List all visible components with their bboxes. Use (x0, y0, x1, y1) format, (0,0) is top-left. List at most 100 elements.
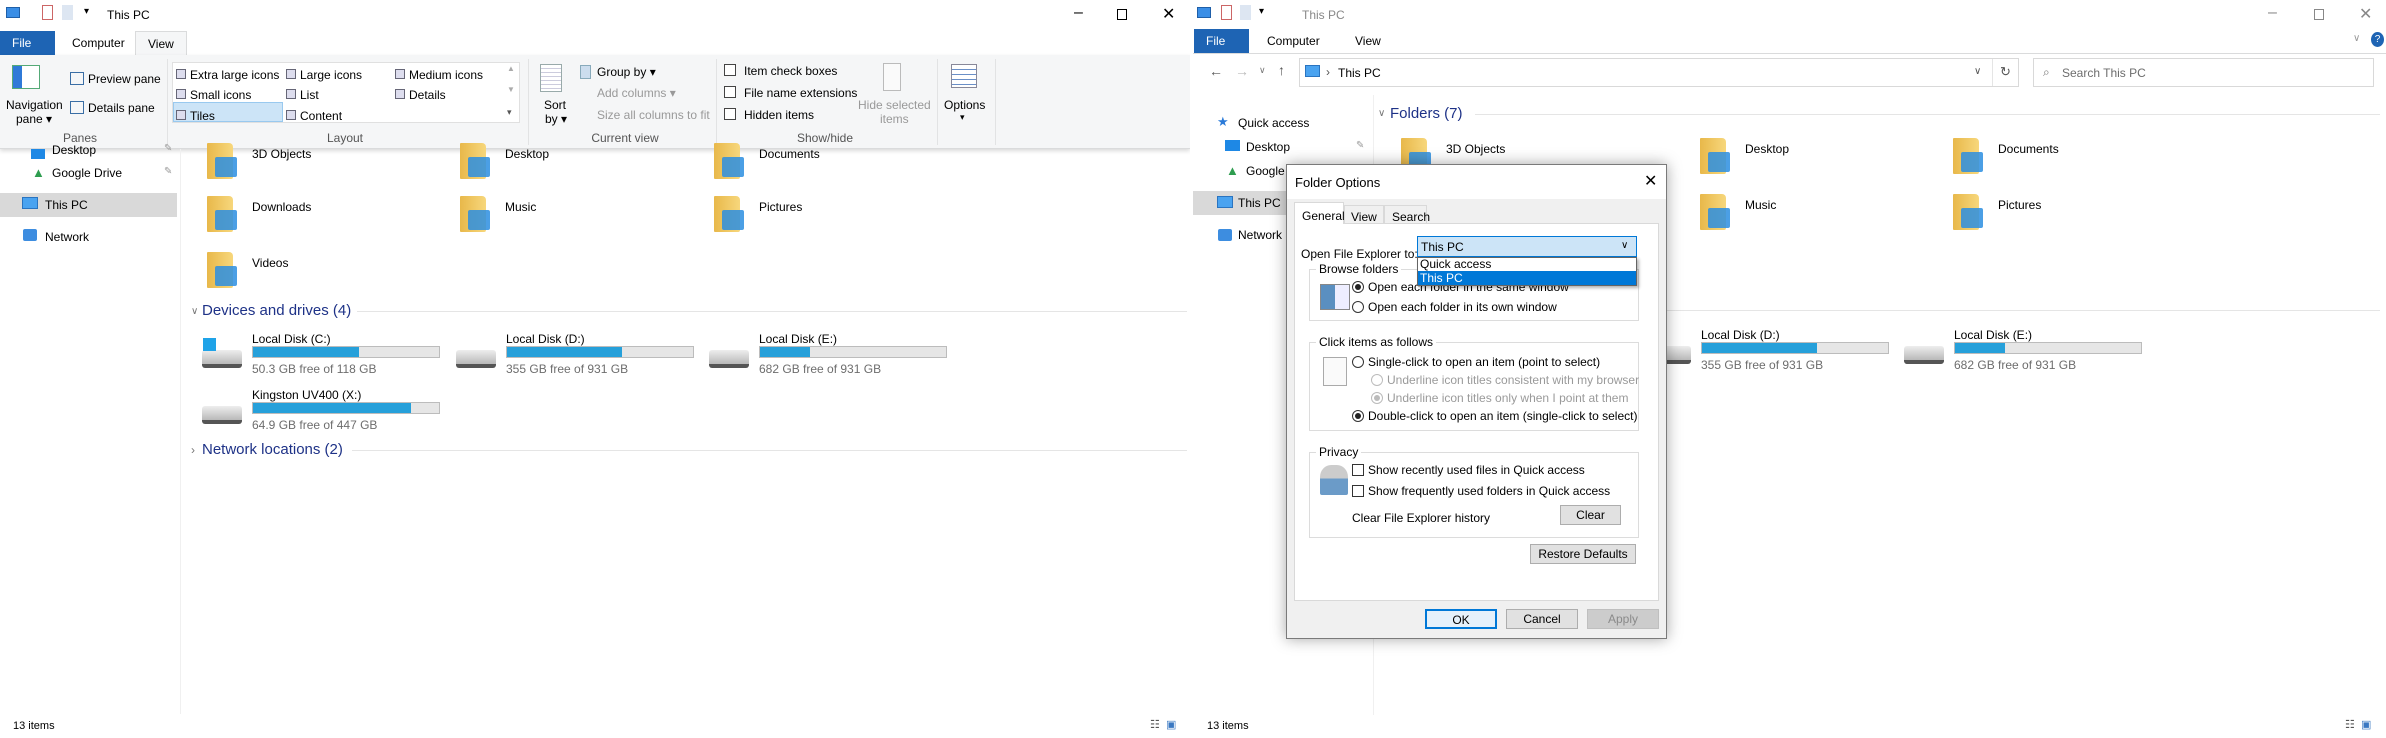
layout-list[interactable]: List (300, 88, 319, 102)
address-history-dropdown[interactable]: ∨ (1974, 66, 1981, 77)
gallery-scroll-down[interactable]: ▼ (507, 85, 515, 94)
radio-underline-point[interactable] (1371, 392, 1383, 404)
network-locations-expand-chevron[interactable]: › (191, 443, 195, 457)
folder-desktop[interactable]: Desktop (1745, 142, 1789, 156)
layout-small-icons[interactable]: Small icons (190, 88, 251, 102)
gallery-scroll-up[interactable]: ▲ (507, 64, 515, 73)
large-icons-view-button[interactable]: ▣ (1166, 718, 1176, 731)
underline-point-label[interactable]: Underline icon titles only when I point … (1387, 391, 1628, 405)
item-check-boxes-checkbox[interactable] (724, 64, 736, 76)
add-columns-button[interactable]: Add columns ▾ (597, 86, 676, 100)
close-button[interactable]: ✕ (2359, 4, 2372, 24)
tab-file[interactable]: File (0, 31, 55, 55)
navigation-pane-dropdown[interactable]: pane ▾ (16, 112, 52, 126)
layout-large-icons[interactable]: Large icons (300, 68, 362, 82)
details-pane-button[interactable]: Details pane (88, 101, 155, 115)
radio-own-window[interactable] (1352, 301, 1364, 313)
drive-local-disk-c[interactable]: Local Disk (C:) (252, 332, 331, 346)
options-dropdown[interactable]: ▾ (960, 112, 965, 123)
folder-music[interactable]: Music (505, 200, 536, 214)
navigation-pane-icon[interactable] (12, 65, 40, 89)
nav-item-google-drive[interactable]: Google (1246, 164, 1285, 178)
hidden-items-checkbox[interactable] (724, 108, 736, 120)
frequent-folders-checkbox[interactable] (1352, 485, 1364, 497)
minimize-button[interactable]: – (2268, 4, 2277, 22)
folder-downloads[interactable]: Downloads (252, 200, 311, 214)
hidden-items-label[interactable]: Hidden items (744, 108, 814, 122)
devices-collapse-chevron[interactable]: ∨ (191, 306, 198, 317)
radio-same-window[interactable] (1352, 281, 1364, 293)
recent-locations-button[interactable]: ∨ (1259, 65, 1266, 76)
clear-history-button[interactable]: Clear (1560, 505, 1621, 525)
underline-browser-label[interactable]: Underline icon titles consistent with my… (1387, 373, 1639, 387)
drive-local-disk-e[interactable]: Local Disk (E:) (1954, 328, 2032, 342)
tab-file[interactable]: File (1194, 29, 1249, 53)
option-this-pc[interactable]: This PC (1418, 271, 1636, 285)
maximize-button[interactable] (1117, 9, 1127, 20)
network-locations-group-header[interactable]: Network locations (2) (202, 441, 343, 458)
open-to-combobox[interactable]: This PC ∨ (1417, 236, 1637, 257)
gallery-more[interactable]: ▾ (507, 107, 512, 118)
maximize-button[interactable] (2314, 9, 2324, 20)
navigation-pane-button[interactable]: Navigation (6, 98, 63, 112)
address-bar[interactable]: › This PC ∨ ↻ (1299, 58, 2019, 87)
nav-item-network[interactable]: Network (45, 230, 89, 244)
cancel-button[interactable]: Cancel (1506, 609, 1578, 629)
help-icon[interactable]: ? (2371, 32, 2384, 47)
option-quick-access[interactable]: Quick access (1418, 258, 1636, 271)
group-by-button[interactable]: Group by ▾ (597, 65, 656, 79)
radio-underline-browser[interactable] (1371, 374, 1383, 386)
frequent-folders-label[interactable]: Show frequently used folders in Quick ac… (1368, 484, 1610, 498)
tab-view[interactable]: View (1343, 29, 1393, 53)
tab-search[interactable]: Search (1384, 205, 1430, 224)
sort-by-dropdown[interactable]: by ▾ (545, 112, 567, 126)
apply-button[interactable]: Apply (1587, 609, 1659, 629)
nav-item-quick-access[interactable]: Quick access (1238, 116, 1309, 130)
properties-icon[interactable] (42, 5, 53, 20)
drive-kingston-uv400-x[interactable]: Kingston UV400 (X:) (252, 388, 361, 402)
folder-documents[interactable]: Documents (1998, 142, 2059, 156)
search-box[interactable]: ⌕ Search This PC (2033, 58, 2374, 87)
customize-quick-access-icon[interactable]: ▾ (1259, 6, 1264, 17)
folders-collapse-chevron[interactable]: ∨ (1378, 108, 1385, 119)
refresh-button[interactable]: ↻ (2000, 64, 2011, 80)
details-view-button[interactable]: ☷ (2345, 718, 2355, 731)
single-click-label[interactable]: Single-click to open an item (point to s… (1368, 355, 1600, 369)
drive-local-disk-d[interactable]: Local Disk (D:) (506, 332, 585, 346)
radio-double-click[interactable] (1352, 410, 1364, 422)
large-icons-view-button[interactable]: ▣ (2361, 718, 2371, 731)
devices-group-header[interactable]: Devices and drives (4) (202, 302, 351, 319)
nav-item-this-pc[interactable]: This PC (45, 198, 88, 212)
nav-item-network[interactable]: Network (1238, 228, 1282, 242)
expand-ribbon-icon[interactable]: ∨ (2353, 33, 2360, 44)
tab-view[interactable]: View (1344, 205, 1384, 224)
layout-content[interactable]: Content (300, 109, 342, 123)
folder-desktop[interactable]: Desktop (505, 147, 549, 161)
properties-icon[interactable] (1221, 5, 1232, 20)
new-folder-icon[interactable] (1240, 5, 1251, 20)
drive-local-disk-e[interactable]: Local Disk (E:) (759, 332, 837, 346)
minimize-button[interactable]: – (1074, 4, 1083, 22)
folder-pictures[interactable]: Pictures (759, 200, 802, 214)
folder-music[interactable]: Music (1745, 198, 1776, 212)
preview-pane-button[interactable]: Preview pane (88, 72, 161, 86)
layout-extra-large-icons[interactable]: Extra large icons (190, 68, 279, 82)
file-name-extensions-checkbox[interactable] (724, 86, 736, 98)
details-view-button[interactable]: ☷ (1150, 718, 1160, 731)
own-window-label[interactable]: Open each folder in its own window (1368, 300, 1557, 314)
layout-tiles[interactable]: Tiles (190, 109, 215, 123)
nav-item-google-drive[interactable]: Google Drive (52, 166, 122, 180)
tab-general[interactable]: General (1294, 202, 1345, 224)
up-button[interactable]: ↑ (1278, 62, 1285, 78)
layout-details[interactable]: Details (409, 88, 446, 102)
folder-3d-objects[interactable]: 3D Objects (252, 147, 311, 161)
new-folder-icon[interactable] (62, 5, 73, 20)
drive-local-disk-d[interactable]: Local Disk (D:) (1701, 328, 1780, 342)
tab-view[interactable]: View (135, 31, 187, 55)
size-all-columns-button[interactable]: Size all columns to fit (597, 108, 710, 122)
folder-documents[interactable]: Documents (759, 147, 820, 161)
recent-files-checkbox[interactable] (1352, 464, 1364, 476)
forward-button[interactable]: → (1235, 63, 1249, 79)
dialog-close-button[interactable]: ✕ (1644, 171, 1657, 191)
folder-videos[interactable]: Videos (252, 256, 288, 270)
